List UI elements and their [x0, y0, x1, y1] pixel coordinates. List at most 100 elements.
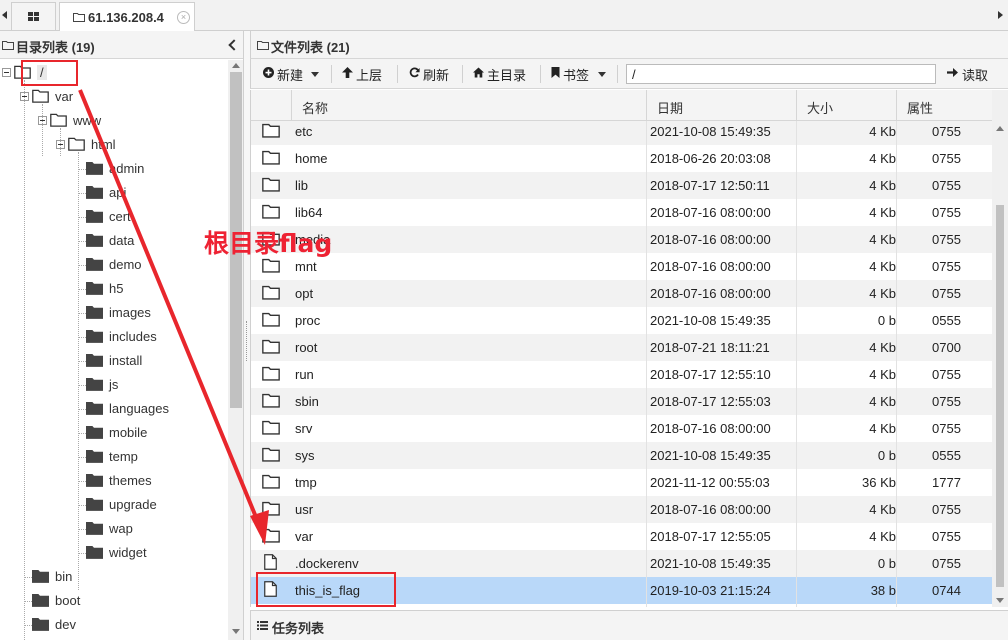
file-size: 4 Kb: [869, 205, 896, 220]
scroll-down-icon[interactable]: [996, 598, 1004, 603]
tree-item[interactable]: cert: [0, 205, 228, 227]
tab-bar: 61.136.208.4 ×: [0, 0, 1008, 31]
file-row[interactable]: tmp 2021-11-12 00:55:03 36 Kb 1777: [251, 469, 992, 496]
file-name: .dockerenv: [295, 556, 359, 571]
file-date: 2021-10-08 15:49:35: [650, 556, 771, 571]
file-row[interactable]: opt 2018-07-16 08:00:00 4 Kb 0755: [251, 280, 992, 307]
tree-item[interactable]: images: [0, 301, 228, 323]
file-name: lib64: [295, 205, 323, 220]
tree-item[interactable]: widget: [0, 541, 228, 563]
tree-item[interactable]: data: [0, 229, 228, 251]
column-header-size[interactable]: 大小: [796, 90, 896, 121]
task-panel-header[interactable]: 任务列表: [250, 610, 1008, 640]
tree-item[interactable]: html: [0, 133, 228, 155]
tree-item[interactable]: www: [0, 109, 228, 131]
file-name: opt: [295, 286, 314, 301]
file-date: 2018-07-17 12:55:10: [650, 367, 771, 382]
column-header-perm[interactable]: 属性: [896, 90, 993, 121]
collapse-toggle-icon[interactable]: [2, 68, 11, 77]
tree-item[interactable]: includes: [0, 325, 228, 347]
file-grid-header: 名称 日期 大小 属性: [250, 90, 992, 121]
tree-item[interactable]: dev: [0, 613, 228, 635]
bookmark-button[interactable]: 书签: [551, 64, 611, 84]
tree-connector: [78, 313, 86, 314]
file-size: 4 Kb: [869, 340, 896, 355]
file-row[interactable]: etc 2021-10-08 15:49:35 4 Kb 0755: [251, 121, 992, 145]
file-row[interactable]: root 2018-07-21 18:11:21 4 Kb 0700: [251, 334, 992, 361]
file-size: 36 Kb: [862, 475, 896, 490]
scroll-thumb[interactable]: [996, 205, 1004, 587]
collapse-left-icon[interactable]: [228, 39, 238, 51]
file-row[interactable]: media 2018-07-16 08:00:00 4 Kb 0755: [251, 226, 992, 253]
file-row[interactable]: sbin 2018-07-17 12:55:03 4 Kb 0755: [251, 388, 992, 415]
tree-item[interactable]: temp: [0, 445, 228, 467]
column-divider: [646, 121, 647, 607]
home-dir-button[interactable]: 主目录: [473, 64, 531, 84]
tree-item[interactable]: languages: [0, 397, 228, 419]
up-level-button[interactable]: 上层: [342, 64, 386, 84]
close-icon[interactable]: ×: [177, 11, 190, 24]
file-row[interactable]: lib 2018-07-17 12:50:11 4 Kb 0755: [251, 172, 992, 199]
scroll-down-icon[interactable]: [232, 629, 240, 634]
folder-icon: [86, 401, 103, 415]
file-row[interactable]: proc 2021-10-08 15:49:35 0 b 0555: [251, 307, 992, 334]
new-button[interactable]: 新建: [263, 64, 323, 84]
tree-item[interactable]: admin: [0, 157, 228, 179]
folder-icon: [262, 258, 280, 273]
file-icon: [264, 554, 277, 570]
scroll-up-icon[interactable]: [996, 126, 1004, 131]
tree-item[interactable]: demo: [0, 253, 228, 275]
file-grid-scrollbar[interactable]: [992, 121, 1008, 607]
column-header-name[interactable]: 名称: [291, 90, 646, 121]
tree-item-label: var: [55, 89, 74, 104]
read-button[interactable]: 读取: [947, 64, 989, 84]
tree-item-label: wap: [109, 521, 133, 536]
folder-icon: [68, 137, 85, 151]
tree-scrollbar[interactable]: [228, 60, 243, 640]
bookmark-label: 书签: [563, 68, 590, 83]
column-header-date[interactable]: 日期: [646, 90, 796, 121]
tree-item[interactable]: bin: [0, 565, 228, 587]
refresh-button[interactable]: 刷新: [409, 64, 453, 84]
tree-item-label: includes: [109, 329, 157, 344]
tab-server[interactable]: 61.136.208.4 ×: [59, 2, 195, 31]
folder-icon: [32, 593, 49, 607]
file-row[interactable]: home 2018-06-26 20:03:08 4 Kb 0755: [251, 145, 992, 172]
tree-item[interactable]: mobile: [0, 421, 228, 443]
file-perm: 0755: [932, 205, 961, 220]
tree-item[interactable]: api: [0, 181, 228, 203]
file-row[interactable]: run 2018-07-17 12:55:10 4 Kb 0755: [251, 361, 992, 388]
tree-item[interactable]: upgrade: [0, 493, 228, 515]
tree-item-label: html: [91, 137, 116, 152]
file-row[interactable]: lib64 2018-07-16 08:00:00 4 Kb 0755: [251, 199, 992, 226]
tree-connector: [78, 337, 86, 338]
file-size: 4 Kb: [869, 367, 896, 382]
folder-icon: [86, 425, 103, 439]
file-row[interactable]: var 2018-07-17 12:55:05 4 Kb 0755: [251, 523, 992, 550]
tree-connector: [78, 169, 86, 170]
tree-connector: [24, 625, 32, 626]
scroll-up-icon[interactable]: [232, 63, 240, 68]
tab-home[interactable]: [11, 2, 56, 30]
tree-item[interactable]: boot: [0, 589, 228, 611]
file-perm: 0755: [932, 259, 961, 274]
file-row[interactable]: sys 2021-10-08 15:49:35 0 b 0555: [251, 442, 992, 469]
folder-icon: [257, 40, 269, 50]
file-row[interactable]: srv 2018-07-16 08:00:00 4 Kb 0755: [251, 415, 992, 442]
file-grid: etc 2021-10-08 15:49:35 4 Kb 0755 home 2018-0…: [250, 121, 992, 607]
file-perm: 0755: [932, 421, 961, 436]
tree-item[interactable]: wap: [0, 517, 228, 539]
file-row[interactable]: mnt 2018-07-16 08:00:00 4 Kb 0755: [251, 253, 992, 280]
file-date: 2018-07-16 08:00:00: [650, 205, 771, 220]
tree-item[interactable]: h5: [0, 277, 228, 299]
tree-item[interactable]: js: [0, 373, 228, 395]
tree-item[interactable]: install: [0, 349, 228, 371]
tree-item[interactable]: var: [0, 85, 228, 107]
tree-item[interactable]: themes: [0, 469, 228, 491]
tab-scroll-right-button[interactable]: [996, 4, 1006, 26]
directory-panel-header: 目录列表 (19): [0, 31, 243, 59]
tab-scroll-left-button[interactable]: [0, 4, 10, 26]
file-size: 4 Kb: [869, 259, 896, 274]
path-input[interactable]: [626, 64, 936, 84]
file-row[interactable]: usr 2018-07-16 08:00:00 4 Kb 0755: [251, 496, 992, 523]
